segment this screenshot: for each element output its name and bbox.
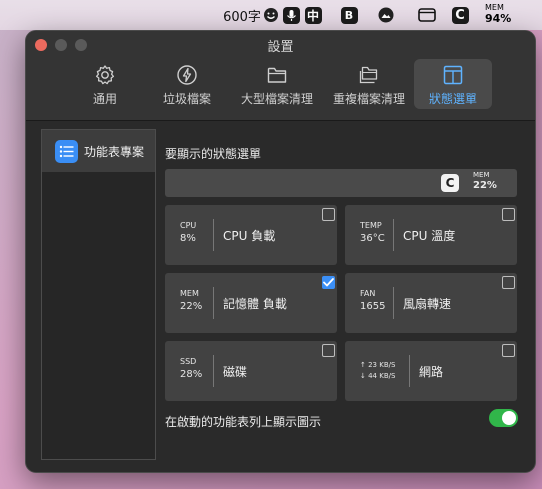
- input-method-icon[interactable]: 中: [304, 5, 322, 25]
- status-item-name: CPU 溫度: [403, 229, 456, 243]
- tab-duplicate-files[interactable]: 重複檔案清理: [326, 59, 412, 109]
- settings-window: 設置 通用 垃圾檔案 大型檔案清理 重複檔案清理 狀態選單 功能表專案 要顯示的…: [25, 30, 536, 473]
- window-title: 設置: [267, 40, 294, 55]
- metric-key: FAN: [360, 289, 376, 298]
- status-item-cpu-load[interactable]: CPU 8% CPU 負載: [165, 205, 337, 265]
- metric-value: 36°C: [360, 233, 385, 244]
- gear-icon: [95, 65, 115, 85]
- status-item-name: CPU 負載: [223, 229, 276, 243]
- cleaner-app-icon[interactable]: C: [451, 5, 469, 25]
- cleaner-app-icon: C: [441, 174, 459, 192]
- menubar-mem-label: MEM: [485, 3, 504, 12]
- status-item-network[interactable]: ↑ 23 KB/S ↓ 44 KB/S 網路: [345, 341, 517, 401]
- network-readout: ↑ 23 KB/S ↓ 44 KB/S: [360, 360, 395, 381]
- tab-junk-files-label: 垃圾檔案: [162, 92, 211, 106]
- divider: [213, 355, 214, 387]
- section-title: 要顯示的狀態選單: [165, 147, 262, 161]
- menubar-mem-indicator[interactable]: MEM 94%: [485, 3, 521, 25]
- window-icon[interactable]: [417, 5, 437, 25]
- preview-mem-value: 22%: [473, 180, 497, 191]
- toggle-knob: [502, 411, 516, 425]
- network-download-rate: ↓ 44 KB/S: [360, 371, 396, 380]
- cpu-load-checkbox[interactable]: [322, 208, 335, 221]
- status-item-fan-speed[interactable]: FAN 1655 風扇轉速: [345, 273, 517, 333]
- divider: [393, 287, 394, 319]
- preview-mem-label: MEM: [473, 171, 490, 179]
- status-item-name: 風扇轉速: [403, 297, 452, 311]
- status-item-cpu-temp[interactable]: TEMP 36°C CPU 溫度: [345, 205, 517, 265]
- preview-mem-indicator: MEM 22%: [473, 172, 497, 191]
- network-upload-rate: ↑ 23 KB/S: [360, 361, 396, 369]
- tab-status-menu[interactable]: 狀態選單: [414, 59, 492, 109]
- disk-checkbox[interactable]: [322, 344, 335, 357]
- sidebar-item-menu-items[interactable]: 功能表專案: [42, 130, 155, 172]
- show-icon-toggle[interactable]: [489, 409, 518, 427]
- metric-key: CPU: [180, 221, 197, 230]
- checkmark-icon: [323, 278, 334, 287]
- photo-icon[interactable]: [377, 5, 395, 25]
- metric-readout: TEMP 36°C: [360, 222, 385, 244]
- metric-value: 1655: [360, 301, 386, 312]
- list-icon: [55, 139, 78, 163]
- duplicate-folder-icon: [359, 66, 378, 84]
- tab-large-files[interactable]: 大型檔案清理: [234, 59, 320, 109]
- layout-icon: [443, 65, 463, 85]
- metric-value: 22%: [180, 301, 203, 312]
- metric-value: 8%: [180, 233, 196, 244]
- metric-readout: CPU 8%: [180, 222, 196, 244]
- folder-icon: [267, 67, 287, 83]
- metric-key: MEM: [180, 289, 199, 298]
- show-icon-label: 在啟動的功能表列上顯示圖示: [165, 415, 322, 429]
- tab-duplicate-files-label: 重複檔案清理: [332, 92, 405, 106]
- status-item-name: 網路: [419, 365, 444, 379]
- metric-value: 28%: [180, 369, 203, 380]
- status-item-name: 磁碟: [223, 365, 248, 379]
- status-item-name: 記憶體 負載: [223, 297, 287, 311]
- menubar-mem-value: 94%: [485, 12, 512, 25]
- sidebar-item-label: 功能表專案: [84, 144, 145, 159]
- divider: [409, 355, 410, 387]
- toolbar: 設置 通用 垃圾檔案 大型檔案清理 重複檔案清理 狀態選單: [26, 31, 535, 121]
- input-status-text[interactable]: 600字: [223, 5, 261, 25]
- status-item-memory-load[interactable]: MEM 22% 記憶體 負載: [165, 273, 337, 333]
- tab-large-files-label: 大型檔案清理: [240, 92, 313, 106]
- metric-readout: SSD 28%: [180, 358, 202, 380]
- metric-readout: FAN 1655: [360, 290, 385, 312]
- emoji-icon[interactable]: [262, 5, 280, 25]
- divider: [213, 287, 214, 319]
- microphone-icon[interactable]: [282, 5, 300, 25]
- tab-general-label: 通用: [92, 92, 117, 106]
- metric-key: TEMP: [360, 221, 382, 230]
- status-menu-preview: C MEM 22%: [165, 169, 517, 197]
- tab-status-menu-label: 狀態選單: [428, 92, 477, 106]
- network-checkbox[interactable]: [502, 344, 515, 357]
- divider: [393, 219, 394, 251]
- metric-readout: MEM 22%: [180, 290, 202, 312]
- divider: [213, 219, 214, 251]
- tab-general[interactable]: 通用: [84, 59, 126, 109]
- memory-load-checkbox[interactable]: [322, 276, 335, 289]
- lightning-icon: [177, 65, 197, 85]
- status-item-disk[interactable]: SSD 28% 磁碟: [165, 341, 337, 401]
- cpu-temp-checkbox[interactable]: [502, 208, 515, 221]
- menu-bar: 600字 中 B C MEM 94%: [0, 0, 542, 30]
- metric-key: SSD: [180, 357, 197, 366]
- fan-speed-checkbox[interactable]: [502, 276, 515, 289]
- sidebar: 功能表專案: [41, 129, 156, 460]
- tab-junk-files[interactable]: 垃圾檔案: [156, 59, 218, 109]
- app-b-icon[interactable]: B: [340, 5, 358, 25]
